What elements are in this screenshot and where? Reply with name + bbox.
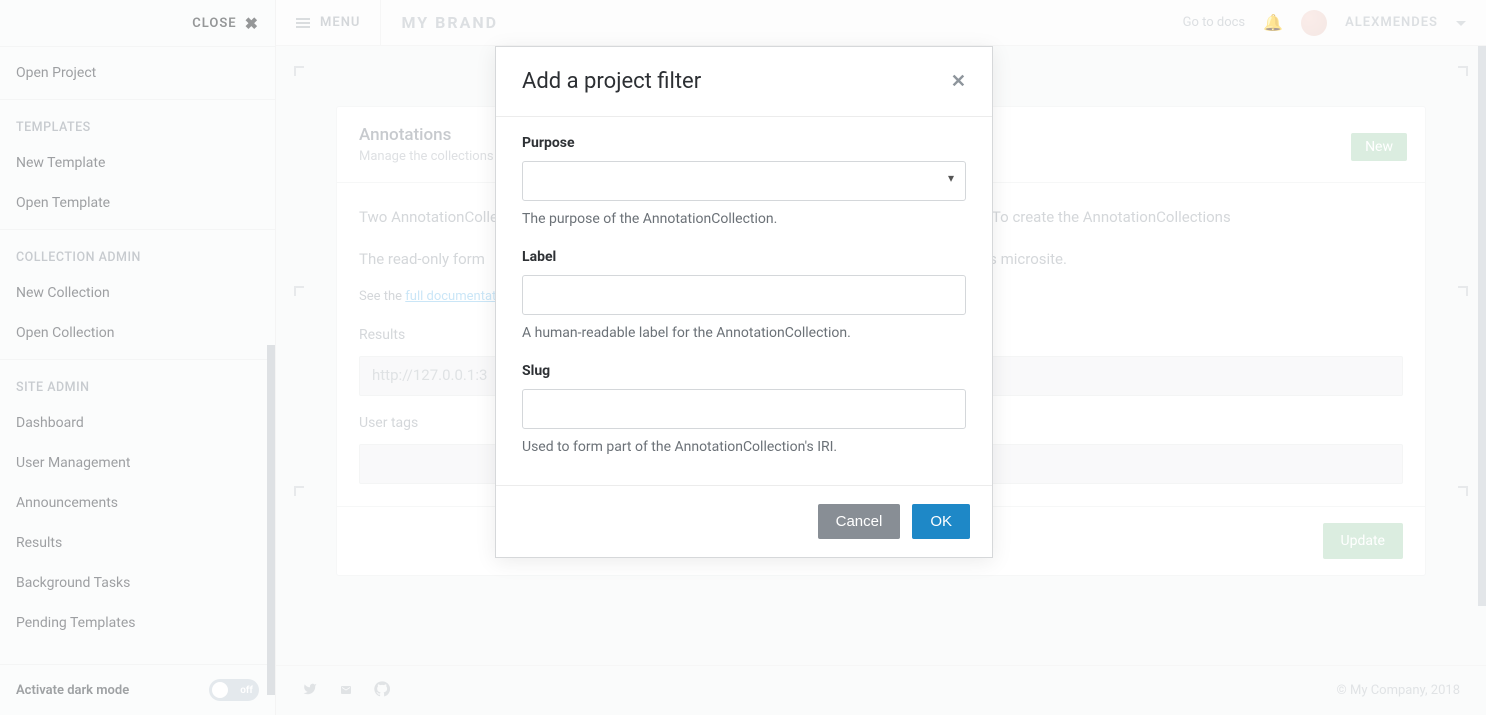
- hamburger-icon: [296, 18, 310, 28]
- sidebar-head-templates: TEMPLATES: [0, 106, 275, 143]
- sidebar-item-new-collection[interactable]: New Collection: [0, 273, 275, 313]
- results-value: http://127.0.0.1:3: [372, 363, 487, 389]
- dark-mode-row: Activate dark mode off: [0, 664, 275, 715]
- divider: [380, 0, 381, 46]
- go-to-docs-link[interactable]: Go to docs: [1183, 15, 1246, 30]
- slug-help: Used to form part of the AnnotationColle…: [522, 439, 966, 455]
- update-button[interactable]: Update: [1323, 523, 1403, 559]
- sidebar-item-announcements[interactable]: Announcements: [0, 483, 275, 523]
- sidebar-item-results[interactable]: Results: [0, 523, 275, 563]
- dark-mode-label: Activate dark mode: [16, 683, 129, 698]
- sidebar-item-background-tasks[interactable]: Background Tasks: [0, 563, 275, 603]
- footer: © My Company, 2018: [276, 665, 1486, 715]
- sidebar-item-user-management[interactable]: User Management: [0, 443, 275, 483]
- modal-close-button[interactable]: ✕: [951, 71, 966, 92]
- sidebar-scrollbar[interactable]: [267, 345, 275, 695]
- purpose-select[interactable]: [522, 161, 966, 201]
- toggle-state-label: off: [240, 685, 253, 696]
- label-input[interactable]: [522, 275, 966, 315]
- sidebar-head-collection-admin: COLLECTION ADMIN: [0, 236, 275, 273]
- close-label: CLOSE: [192, 16, 236, 31]
- purpose-label: Purpose: [522, 135, 966, 151]
- sidebar-item-dashboard[interactable]: Dashboard: [0, 403, 275, 443]
- slug-group: Slug Used to form part of the Annotation…: [522, 363, 966, 455]
- crop-corner-icon: [1458, 66, 1468, 76]
- sidebar-item-open-template[interactable]: Open Template: [0, 183, 275, 223]
- copyright-text: © My Company, 2018: [1337, 683, 1460, 698]
- crop-corner-icon: [294, 66, 304, 76]
- label-label: Label: [522, 249, 966, 265]
- cancel-button[interactable]: Cancel: [818, 504, 901, 539]
- slug-input[interactable]: [522, 389, 966, 429]
- menu-label: MENU: [320, 15, 360, 30]
- main-scrollbar[interactable]: [1478, 46, 1486, 606]
- menu-button[interactable]: MENU: [296, 15, 360, 30]
- sidebar-item-pending-templates[interactable]: Pending Templates: [0, 603, 275, 643]
- crop-corner-icon: [1458, 286, 1468, 296]
- ok-button[interactable]: OK: [912, 504, 970, 539]
- purpose-group: Purpose The purpose of the AnnotationCol…: [522, 135, 966, 227]
- topbar: MENU MY BRAND Go to docs 🔔 ALEXMENDES: [276, 0, 1486, 46]
- close-icon: ✖: [245, 14, 259, 33]
- close-sidebar-button[interactable]: CLOSE ✖: [0, 0, 275, 46]
- sidebar: CLOSE ✖ Open Project TEMPLATES New Templ…: [0, 0, 276, 715]
- username-label[interactable]: ALEXMENDES: [1345, 15, 1438, 30]
- crop-corner-icon: [294, 486, 304, 496]
- mail-icon[interactable]: [338, 681, 354, 701]
- dark-mode-toggle[interactable]: off: [209, 679, 259, 701]
- crop-corner-icon: [1458, 486, 1468, 496]
- label-help: A human-readable label for the Annotatio…: [522, 325, 966, 341]
- github-icon[interactable]: [374, 681, 390, 701]
- new-button[interactable]: New: [1351, 133, 1407, 161]
- label-group: Label A human-readable label for the Ann…: [522, 249, 966, 341]
- slug-label: Slug: [522, 363, 966, 379]
- chevron-down-icon[interactable]: [1456, 21, 1466, 31]
- add-project-filter-modal: Add a project filter ✕ Purpose The purpo…: [495, 46, 993, 558]
- bell-icon[interactable]: 🔔: [1263, 13, 1283, 32]
- toggle-knob-icon: [212, 682, 228, 698]
- avatar[interactable]: [1301, 10, 1327, 36]
- modal-title: Add a project filter: [522, 69, 701, 94]
- sidebar-item-open-collection[interactable]: Open Collection: [0, 313, 275, 353]
- sidebar-item-new-template[interactable]: New Template: [0, 143, 275, 183]
- card-paragraph-2a: The read-only form: [359, 250, 485, 268]
- doc-link-prefix: See the: [359, 289, 405, 304]
- sidebar-item-open-project[interactable]: Open Project: [0, 53, 275, 93]
- brand-title: MY BRAND: [401, 13, 498, 32]
- crop-corner-icon: [294, 286, 304, 296]
- sidebar-head-site-admin: SITE ADMIN: [0, 366, 275, 403]
- purpose-help: The purpose of the AnnotationCollection.: [522, 211, 966, 227]
- twitter-icon[interactable]: [302, 681, 318, 701]
